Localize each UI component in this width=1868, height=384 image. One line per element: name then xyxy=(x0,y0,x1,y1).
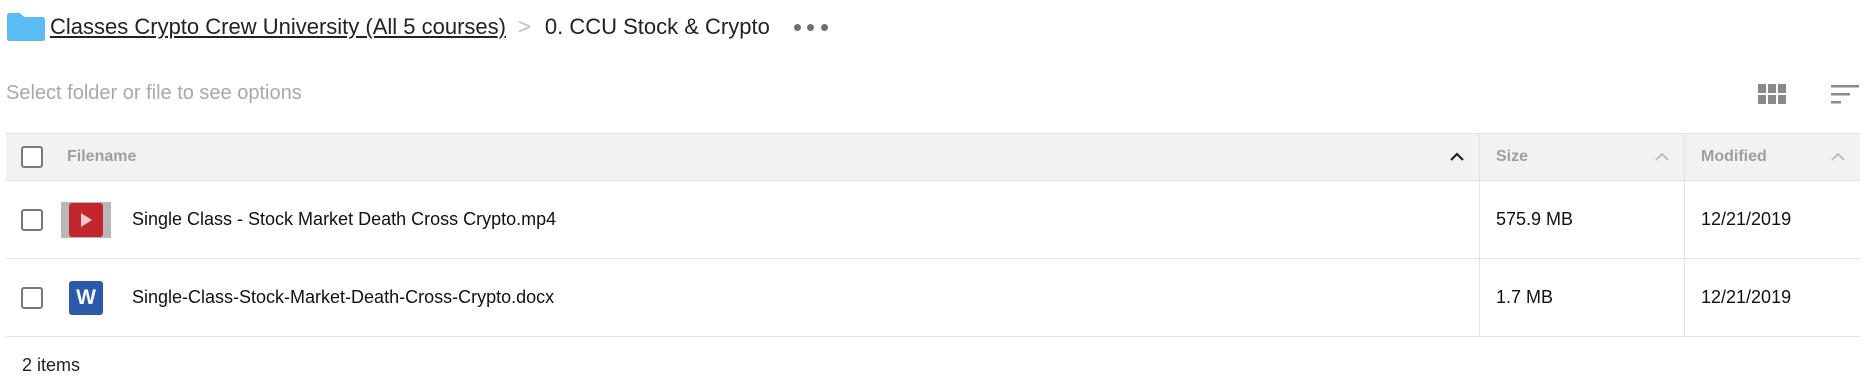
file-name[interactable]: Single-Class-Stock-Market-Death-Cross-Cr… xyxy=(132,287,554,308)
chevron-up-icon[interactable] xyxy=(1449,152,1465,162)
column-header-size-label: Size xyxy=(1496,148,1529,165)
column-header-modified[interactable]: Modified xyxy=(1685,134,1860,180)
row-checkbox[interactable] xyxy=(21,286,43,309)
word-icon-letter: W xyxy=(69,280,103,315)
folder-icon xyxy=(7,13,45,41)
row-checkbox[interactable] xyxy=(21,208,43,231)
modified-cell: 12/21/2019 xyxy=(1685,181,1860,258)
chevron-up-icon[interactable] xyxy=(1830,152,1846,162)
file-modified: 12/21/2019 xyxy=(1701,287,1792,307)
word-file-icon: W xyxy=(60,279,112,317)
table-row[interactable]: Single Class - Stock Market Death Cross … xyxy=(6,181,1860,259)
column-header-filename[interactable]: Filename xyxy=(58,134,1480,180)
column-header-modified-label: Modified xyxy=(1701,148,1767,165)
video-file-icon xyxy=(60,201,112,239)
filename-cell[interactable]: Single Class - Stock Market Death Cross … xyxy=(58,181,1480,258)
sort-icon[interactable] xyxy=(1830,82,1860,106)
breadcrumb-parent-link[interactable]: Classes Crypto Crew University (All 5 co… xyxy=(50,14,506,40)
item-count: 2 items xyxy=(22,355,81,375)
column-header-size[interactable]: Size xyxy=(1480,134,1685,180)
size-cell: 575.9 MB xyxy=(1480,181,1685,258)
chevron-up-icon[interactable] xyxy=(1654,152,1670,162)
size-cell: 1.7 MB xyxy=(1480,259,1685,336)
breadcrumb-current: 0. CCU Stock & Crypto xyxy=(544,14,770,39)
select-all-checkbox[interactable] xyxy=(21,146,43,168)
file-name[interactable]: Single Class - Stock Market Death Cross … xyxy=(132,209,556,230)
table-header: Filename Size Modified xyxy=(6,133,1860,181)
file-modified: 12/21/2019 xyxy=(1701,209,1792,229)
file-size: 575.9 MB xyxy=(1496,209,1574,229)
breadcrumb-separator: > xyxy=(518,14,531,39)
selection-hint: Select folder or file to see options xyxy=(6,82,302,104)
grid-view-icon[interactable] xyxy=(1757,82,1787,106)
table-row[interactable]: W Single-Class-Stock-Market-Death-Cross-… xyxy=(6,259,1860,336)
column-header-filename-label: Filename xyxy=(67,148,137,165)
modified-cell: 12/21/2019 xyxy=(1685,259,1860,336)
breadcrumb: Classes Crypto Crew University (All 5 co… xyxy=(6,8,828,46)
file-table: Filename Size Modified Single Class - St… xyxy=(6,133,1860,337)
filename-cell[interactable]: W Single-Class-Stock-Market-Death-Cross-… xyxy=(58,259,1480,336)
file-size: 1.7 MB xyxy=(1496,287,1554,307)
more-options-icon[interactable] xyxy=(793,17,828,37)
